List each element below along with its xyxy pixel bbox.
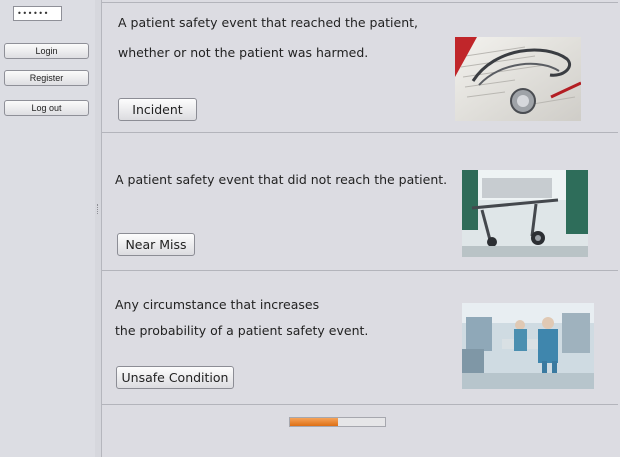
logout-button[interactable]: Log out — [4, 100, 89, 116]
main-panel: A patient safety event that reached the … — [102, 0, 620, 457]
incident-description-line-1: A patient safety event that reached the … — [118, 15, 418, 30]
near-miss-description: A patient safety event that did not reac… — [115, 172, 448, 187]
near-miss-button[interactable]: Near Miss — [117, 233, 195, 256]
incident-description-line-2: whether or not the patient was harmed. — [118, 45, 369, 60]
divider — [102, 270, 618, 271]
progress-bar — [289, 417, 386, 427]
operating-room-image — [462, 303, 594, 389]
incident-button[interactable]: Incident — [118, 98, 197, 121]
divider — [102, 2, 618, 3]
split-pane-divider[interactable] — [95, 0, 102, 457]
sidebar: •••••• Login Register Log out — [0, 0, 96, 457]
divider — [102, 404, 618, 405]
register-button[interactable]: Register — [4, 70, 89, 86]
unsafe-description-line-2: the probability of a patient safety even… — [115, 323, 369, 338]
stethoscope-image — [455, 37, 581, 121]
progress-fill — [290, 418, 338, 426]
divider — [102, 132, 618, 133]
unsafe-description-line-1: Any circumstance that increases — [115, 297, 320, 312]
password-field[interactable]: •••••• — [13, 6, 62, 21]
divider-grip-icon[interactable] — [97, 204, 100, 214]
unsafe-condition-button[interactable]: Unsafe Condition — [116, 366, 234, 389]
gurney-image — [462, 170, 588, 257]
login-button[interactable]: Login — [4, 43, 89, 59]
